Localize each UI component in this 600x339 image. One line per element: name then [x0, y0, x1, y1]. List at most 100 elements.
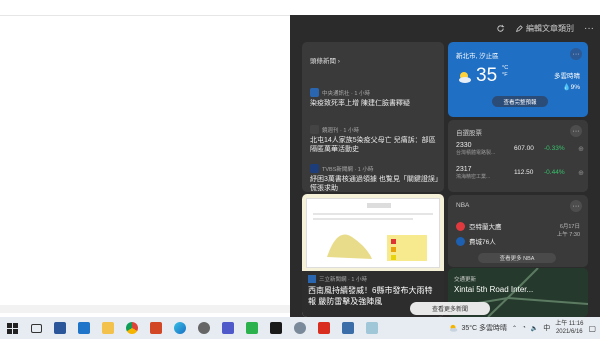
news-item[interactable]: 鏡週刊 · 1 小時 北屯14人家族5染疫父母亡 兒痛訴：部區隔匿萬華活動史: [310, 125, 440, 154]
news-title: 紓困3萬書核通過領據 也覧見「關鍵證誤」慌張求助: [310, 176, 439, 192]
camera-icon: [270, 322, 282, 334]
team-name: 費城76人: [469, 239, 496, 246]
nba-more-icon[interactable]: ···: [570, 200, 582, 212]
add-stock-icon[interactable]: ⊕: [578, 169, 584, 177]
news-and-interests-panel: 編輯文章類別 ··· 頭條新聞 › 中央通訊社 · 1 小時 染疫致死率上增 陳…: [290, 15, 600, 317]
news-title: 染疫致死率上增 陳建仁臉書釋疑: [310, 100, 410, 107]
team-name: 亞特蘭大鷹: [469, 224, 502, 231]
mail-icon: [78, 322, 90, 334]
taskbar-weather-text: 35°C 多雲時晴: [461, 325, 508, 332]
traffic-heading: 交通更新: [454, 277, 477, 283]
stock-row[interactable]: 2317 鴻海精密工業... 112.50 -0.44% ⊕: [456, 166, 584, 184]
partly-sunny-icon: [450, 324, 458, 332]
start-button[interactable]: [0, 317, 24, 339]
source-logo-icon: [310, 88, 319, 97]
edit-categories-button[interactable]: 編輯文章類別: [515, 23, 574, 34]
weather-more-icon[interactable]: ···: [570, 48, 582, 60]
news-source: 中央通訊社 · 1 小時: [322, 90, 370, 97]
notepad-app[interactable]: [360, 317, 384, 339]
source-logo-icon: [310, 125, 319, 134]
team-logo-icon: [456, 221, 465, 231]
featured-story-card[interactable]: 三立新聞網 · 1 小時 西南風持續發威！6縣市發布大雨特報 嚴防雷擊及強陣風: [302, 194, 444, 317]
temperature-units[interactable]: °C °F: [502, 65, 508, 79]
condition-text: 多雲時晴: [554, 73, 580, 80]
stock-change: -0.44%: [544, 169, 565, 176]
full-forecast-button[interactable]: 查看完整預報: [492, 96, 548, 107]
more-options-icon[interactable]: ···: [584, 23, 594, 34]
taskbar: 35°C 多雲時晴 ⌃ ◔ 🔈 中 上午 11:16 2021/6/16 ▢: [0, 317, 600, 339]
word-icon: [54, 322, 66, 334]
remote-app[interactable]: [336, 317, 360, 339]
clock[interactable]: 上午 11:16 2021/6/16: [555, 320, 583, 336]
source-logo-icon: [308, 275, 316, 283]
add-stock-icon[interactable]: ⊕: [578, 145, 584, 153]
team-logo-icon: [456, 236, 465, 246]
weather-condition: 多雲時晴 💧9%: [554, 71, 580, 93]
task-view-icon: [30, 323, 42, 333]
powerpoint-icon: [150, 322, 162, 334]
notepad-icon: [366, 322, 378, 334]
game-clock: 上午 7:30: [556, 232, 580, 238]
camera-app[interactable]: [264, 317, 288, 339]
task-view-button[interactable]: [24, 317, 48, 339]
file-explorer-app[interactable]: [96, 317, 120, 339]
vpn-app[interactable]: [288, 317, 312, 339]
top-stories-card: 頭條新聞 › 中央通訊社 · 1 小時 染疫致死率上增 陳建仁臉書釋疑 鏡週刊 …: [302, 42, 444, 192]
news-source: TVBS新聞網 · 1 小時: [322, 166, 374, 173]
game-time: 6月17日 上午 7:30: [557, 223, 580, 239]
notification-icon[interactable]: ▢: [588, 324, 596, 333]
globe-icon: [294, 322, 306, 334]
window-scrollbar[interactable]: [0, 305, 290, 313]
pdf-icon: [318, 322, 330, 334]
watchlist-card: 自選股票 ··· 2330 台灣積體電路製... 607.00 -0.33% ⊕…: [448, 120, 588, 192]
weather-temperature: 35: [476, 65, 498, 86]
mail-app[interactable]: [72, 317, 96, 339]
network-icon[interactable]: ◔: [522, 325, 526, 331]
more-news-button[interactable]: 查看更多新聞: [410, 302, 490, 315]
system-tray: 35°C 多雲時晴 ⌃ ◔ 🔈 中 上午 11:16 2021/6/16 ▢: [448, 317, 596, 339]
word-app[interactable]: [48, 317, 72, 339]
more-nba-button[interactable]: 查看更多 NBA: [478, 253, 556, 263]
line-icon: [246, 322, 258, 334]
nba-heading: NBA: [456, 202, 470, 209]
background-window: [0, 15, 290, 317]
pdf-app[interactable]: [312, 317, 336, 339]
teams-app[interactable]: [216, 317, 240, 339]
weather-location: 新北市, 汐止區: [456, 53, 499, 60]
clock-time: 上午 11:16: [555, 321, 584, 327]
top-stories-heading[interactable]: 頭條新聞 ›: [310, 55, 340, 65]
stock-change: -0.33%: [544, 145, 565, 152]
edge-app[interactable]: [168, 317, 192, 339]
ime-indicator[interactable]: 中: [543, 323, 550, 333]
teams-icon: [222, 322, 234, 334]
edge-icon: [174, 322, 186, 334]
unit-celsius: °C: [502, 65, 509, 71]
remote-icon: [342, 322, 354, 334]
rain-chance: 9%: [570, 84, 580, 91]
edit-icon: [515, 24, 523, 32]
settings-app[interactable]: [192, 317, 216, 339]
unit-fahrenheit: °F: [502, 72, 508, 78]
powerpoint-app[interactable]: [144, 317, 168, 339]
line-app[interactable]: [240, 317, 264, 339]
news-item[interactable]: TVBS新聞網 · 1 小時 紓困3萬書核通過領據 也覧見「關鍵證誤」慌張求助: [310, 164, 440, 192]
chevron-up-icon[interactable]: ⌃: [512, 325, 517, 332]
team-row[interactable]: 亞特蘭大鷹: [456, 221, 502, 231]
weather-widget[interactable]: 35°C 多雲時晴: [448, 323, 507, 333]
chrome-app[interactable]: [120, 317, 144, 339]
rain-icon: 💧: [562, 84, 571, 91]
watchlist-more-icon[interactable]: ···: [570, 125, 582, 137]
volume-icon[interactable]: 🔈: [531, 325, 538, 332]
weather-alert-image: [306, 198, 440, 268]
traffic-title: Xintai 5th Road Inter...: [454, 285, 534, 294]
folder-icon: [102, 322, 114, 334]
stock-price: 112.50: [514, 169, 534, 176]
source-logo-icon: [310, 164, 319, 173]
team-row[interactable]: 費城76人: [456, 236, 496, 246]
stock-price: 607.00: [514, 145, 534, 152]
stock-row[interactable]: 2330 台灣積體電路製... 607.00 -0.33% ⊕: [456, 142, 584, 160]
refresh-icon[interactable]: [496, 24, 505, 33]
gear-icon: [198, 322, 210, 334]
weather-card[interactable]: 新北市, 汐止區 ··· 35 °C °F 多雲時晴 💧9% 查看完整預報: [448, 42, 588, 117]
news-item[interactable]: 中央通訊社 · 1 小時 染疫致死率上增 陳建仁臉書釋疑: [310, 88, 440, 108]
